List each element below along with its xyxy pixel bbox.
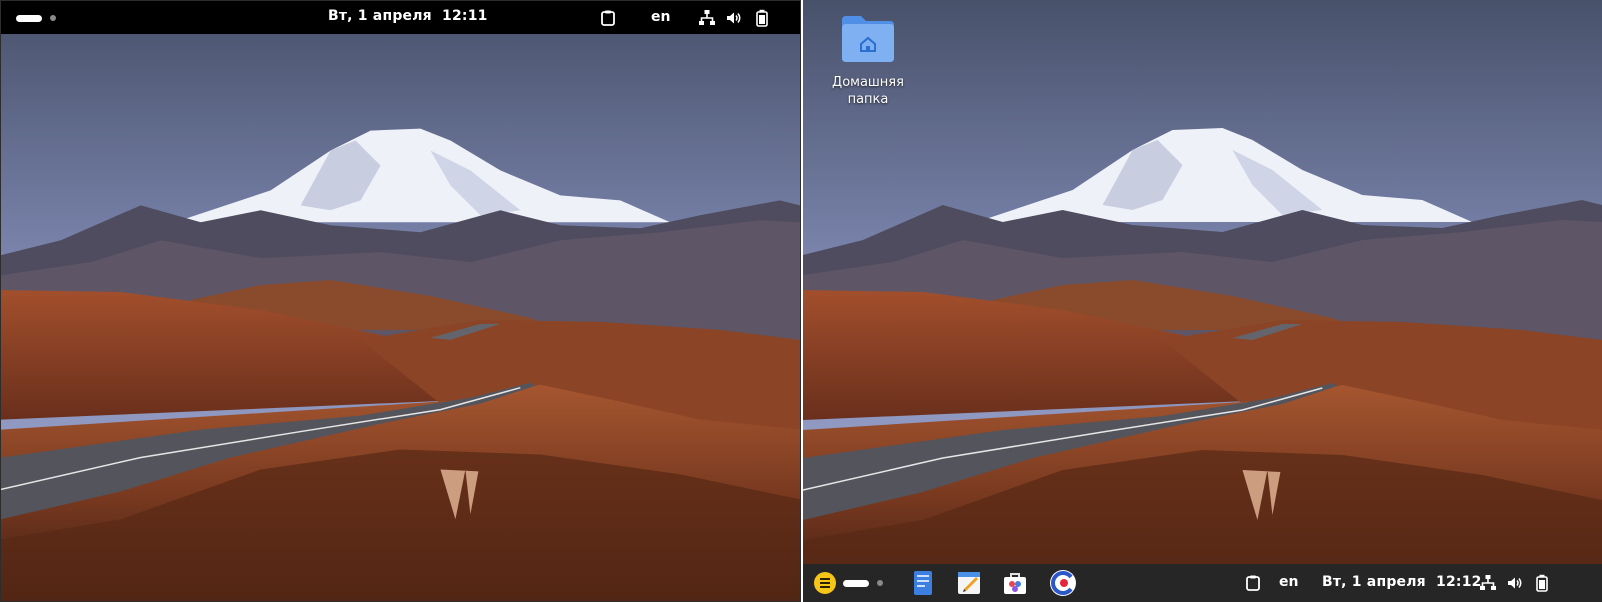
workspace-dot[interactable] [877,580,883,586]
software-store-icon[interactable] [1001,569,1029,597]
top-panel: Вт, 1 апреля 12:11 en [1,1,800,34]
activities-indicator[interactable] [16,15,42,22]
desktop-icon-label: Домашняя папка [832,75,904,107]
notes-icon[interactable] [955,569,983,597]
workspace-dot[interactable] [50,15,56,21]
wallpaper [803,0,1602,602]
clipboard-icon[interactable] [1244,574,1262,592]
browser-icon[interactable] [1049,569,1077,597]
home-folder-icon [842,16,894,62]
desktop-home-folder[interactable]: Домашняя папка [825,10,911,108]
clock[interactable]: Вт, 1 апреля 12:12 [1322,574,1482,590]
left-screen: Вт, 1 апреля 12:11 en [0,0,801,602]
battery-icon[interactable] [753,9,771,27]
battery-icon[interactable] [1533,574,1551,592]
network-icon[interactable] [698,9,716,27]
clipboard-icon[interactable] [599,9,617,27]
text-editor-icon[interactable] [909,569,937,597]
activities-indicator[interactable] [843,580,869,587]
network-icon[interactable] [1479,574,1497,592]
volume-icon[interactable] [1506,574,1524,592]
bottom-panel: en Вт, 1 апреля 12:12 [803,564,1602,602]
menu-icon[interactable] [813,571,837,595]
clock[interactable]: Вт, 1 апреля 12:11 [328,8,488,24]
volume-icon[interactable] [725,9,743,27]
keyboard-layout[interactable]: en [1279,574,1298,590]
wallpaper [1,1,800,601]
keyboard-layout[interactable]: en [651,9,670,25]
right-screen: Домашняя папка en Вт, 1 апреля 12:12 [803,0,1602,602]
